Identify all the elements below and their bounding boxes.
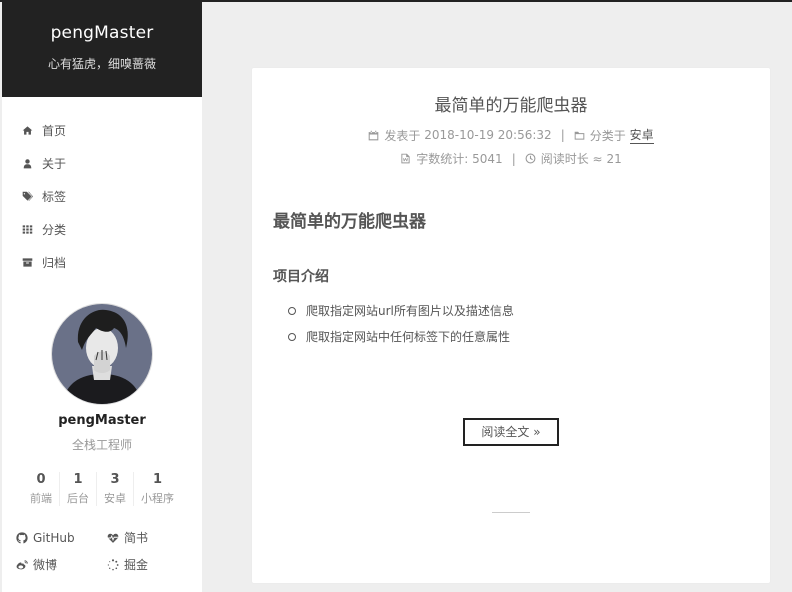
list-item: 爬取指定网站中任何标签下的任意属性 — [252, 330, 770, 356]
link-weibo[interactable]: 微博 — [16, 556, 107, 573]
weibo-icon — [16, 559, 28, 569]
published-date: 2018-10-19 20:56:32 — [424, 128, 552, 142]
sidebar: pengMaster 心有猛虎，细嗅蔷薇 首页 关于 标签 分类 归档 peng… — [2, 2, 202, 592]
spinner-icon — [107, 558, 119, 570]
author-description: 全栈工程师 — [71, 438, 132, 452]
user-icon — [20, 157, 34, 171]
link-jianshu[interactable]: 简书 — [107, 529, 198, 546]
bullet-icon — [288, 307, 296, 315]
menu-item-home[interactable]: 首页 — [2, 114, 202, 147]
main-menu: 首页 关于 标签 分类 归档 — [2, 114, 202, 279]
menu-item-tags[interactable]: 标签 — [2, 180, 202, 213]
list-item: 爬取指定网站url所有图片以及描述信息 — [252, 304, 770, 330]
wordcount-value: 5041 — [472, 151, 503, 166]
menu-item-label: 分类 — [42, 223, 67, 237]
menu-item-label: 关于 — [42, 157, 67, 171]
menu-item-label: 标签 — [42, 190, 67, 204]
post-heading: 最简单的万能爬虫器 — [273, 212, 426, 232]
meta-divider: | — [511, 151, 516, 166]
stat-item[interactable]: 0 前端 — [23, 472, 59, 506]
menu-item-archives[interactable]: 归档 — [2, 246, 202, 279]
readtime-label: 阅读时长 ≈ — [540, 152, 603, 166]
link-label: 微博 — [33, 558, 58, 572]
menu-item-categories[interactable]: 分类 — [2, 213, 202, 246]
link-github[interactable]: GitHub — [16, 529, 107, 546]
folder-icon — [574, 131, 585, 140]
home-icon — [20, 124, 34, 138]
clock-icon — [525, 153, 536, 164]
site-stats: 0 前端 1 后台 3 安卓 1 小程序 — [2, 472, 202, 506]
stat-name: 小程序 — [141, 492, 174, 505]
menu-item-label: 首页 — [42, 124, 67, 138]
category-link[interactable]: 安卓 — [629, 126, 654, 144]
post-card: 最简单的万能爬虫器 发表于 2018-10-19 20:56:32 | 分类于 … — [251, 67, 771, 584]
stat-count: 1 — [73, 472, 83, 487]
site-subtitle: 心有猛虎，细嗅蔷薇 — [47, 57, 156, 71]
stat-item[interactable]: 3 安卓 — [96, 472, 133, 506]
category-label: 分类于 — [589, 128, 626, 143]
post-end-divider — [492, 512, 530, 513]
stat-item[interactable]: 1 小程序 — [133, 472, 181, 506]
bullet-icon — [288, 333, 296, 341]
grid-icon — [20, 223, 34, 237]
stat-name: 安卓 — [104, 492, 126, 505]
file-word-icon — [401, 153, 410, 164]
stat-name: 后台 — [67, 492, 89, 505]
readtime-value: 21 — [606, 151, 622, 166]
post-meta-line2: 字数统计: 5041 | 阅读时长 ≈ 21 — [252, 150, 770, 167]
post-title[interactable]: 最简单的万能爬虫器 — [252, 91, 770, 116]
list-item-text: 爬取指定网站url所有图片以及描述信息 — [306, 304, 514, 318]
stat-count: 3 — [110, 472, 120, 487]
wordcount-label: 字数统计: — [416, 152, 469, 166]
link-label: 简书 — [124, 531, 149, 545]
site-brand[interactable]: pengMaster 心有猛虎，细嗅蔷薇 — [2, 2, 202, 97]
published-label: 发表于 — [384, 128, 421, 143]
author-name: pengMaster — [58, 413, 146, 428]
avatar — [51, 303, 153, 405]
tags-icon — [20, 190, 34, 204]
menu-item-label: 归档 — [42, 256, 67, 270]
heartbeat-icon — [107, 533, 119, 543]
post-meta-line1: 发表于 2018-10-19 20:56:32 | 分类于 安卓 — [252, 126, 770, 144]
feature-list: 爬取指定网站url所有图片以及描述信息 爬取指定网站中任何标签下的任意属性 — [252, 304, 770, 356]
author-panel: pengMaster 全栈工程师 — [2, 303, 202, 453]
site-title[interactable]: pengMaster — [2, 2, 202, 43]
stat-name: 前端 — [30, 492, 52, 505]
stat-count: 1 — [152, 472, 163, 487]
github-icon — [16, 531, 28, 543]
post-subheading: 项目介绍 — [273, 269, 329, 285]
menu-item-about[interactable]: 关于 — [2, 147, 202, 180]
meta-divider: | — [560, 128, 565, 142]
social-links: GitHub 简书 微博 掘金 — [2, 529, 202, 573]
read-more-button[interactable]: 阅读全文 » — [463, 418, 559, 446]
stat-item[interactable]: 1 后台 — [59, 472, 96, 506]
link-juejin[interactable]: 掘金 — [107, 556, 198, 573]
archive-icon — [20, 256, 34, 270]
link-label: GitHub — [33, 530, 75, 545]
stat-count: 0 — [36, 472, 46, 487]
calendar-icon — [369, 130, 379, 140]
list-item-text: 爬取指定网站中任何标签下的任意属性 — [306, 330, 511, 344]
link-label: 掘金 — [124, 558, 149, 572]
